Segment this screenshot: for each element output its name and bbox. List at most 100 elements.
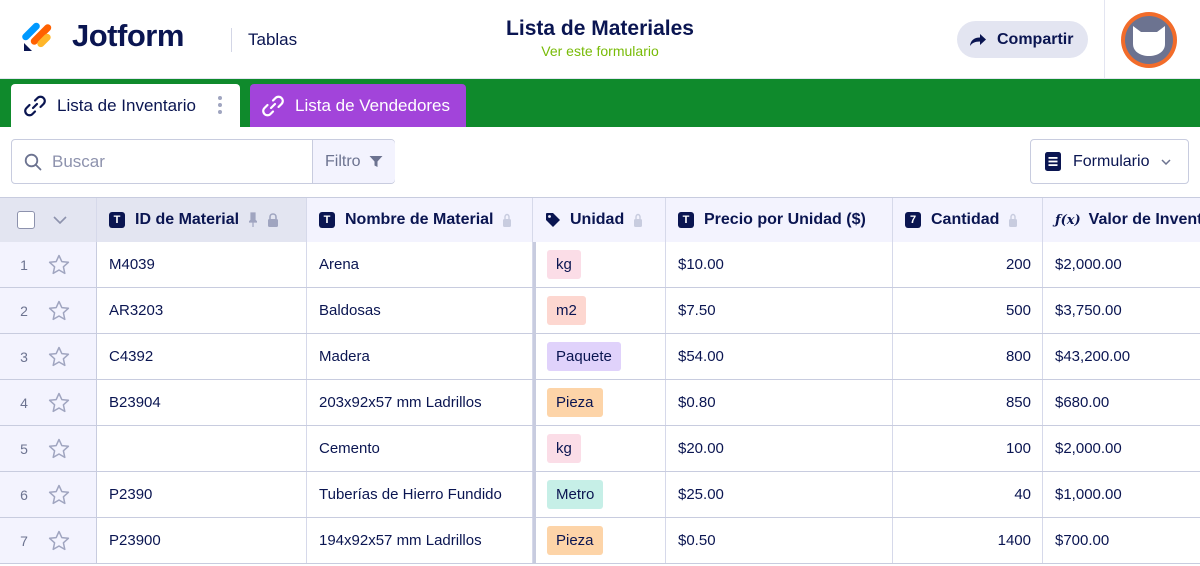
cell-material-name[interactable]: Madera bbox=[307, 334, 533, 379]
star-icon[interactable] bbox=[48, 346, 70, 367]
star-icon[interactable] bbox=[48, 254, 70, 275]
cell-inventory-value[interactable]: $1,000.00 bbox=[1043, 472, 1200, 517]
cell-quantity[interactable]: 500 bbox=[893, 288, 1043, 333]
star-icon[interactable] bbox=[48, 392, 70, 413]
cell-inventory-value[interactable]: $680.00 bbox=[1043, 380, 1200, 425]
cell-unit[interactable]: m2 bbox=[533, 288, 666, 333]
share-arrow-icon bbox=[970, 33, 986, 46]
cell-material-id[interactable]: AR3203 bbox=[97, 288, 307, 333]
cell-unit-price[interactable]: $25.00 bbox=[666, 472, 893, 517]
cell-unit[interactable]: Pieza bbox=[533, 380, 666, 425]
share-label: Compartir bbox=[997, 30, 1074, 48]
cell-material-id[interactable]: P2390 bbox=[97, 472, 307, 517]
pin-icon[interactable] bbox=[249, 212, 258, 228]
lock-icon[interactable] bbox=[267, 213, 279, 227]
top-header: Jotform Tablas Lista de Materiales Ver e… bbox=[0, 0, 1200, 79]
lock-icon[interactable] bbox=[1009, 213, 1018, 227]
table-row[interactable]: 3 C4392 Madera Paquete $54.00 800 $43,200.00 bbox=[0, 334, 1200, 380]
select-all-checkbox[interactable] bbox=[17, 211, 35, 229]
table-row[interactable]: 6 P2390 Tuberías de Hierro Fundido Metro $25… bbox=[0, 472, 1200, 518]
star-icon[interactable] bbox=[48, 438, 70, 459]
column-header-unit[interactable]: Unidad bbox=[533, 198, 666, 242]
cell-inventory-value[interactable]: $2,000.00 bbox=[1043, 426, 1200, 471]
tab-label: Lista de Inventario bbox=[57, 95, 196, 115]
lock-icon[interactable] bbox=[503, 213, 512, 227]
cell-material-name[interactable]: 203x92x57 mm Ladrillos bbox=[307, 380, 533, 425]
cell-quantity[interactable]: 1400 bbox=[893, 518, 1043, 563]
cell-value: $0.50 bbox=[678, 532, 716, 549]
cell-unit-price[interactable]: $0.50 bbox=[666, 518, 893, 563]
cell-material-name[interactable]: Cemento bbox=[307, 426, 533, 471]
cell-inventory-value[interactable]: $2,000.00 bbox=[1043, 242, 1200, 287]
cell-unit-price[interactable]: $54.00 bbox=[666, 334, 893, 379]
cell-value: Tuberías de Hierro Fundido bbox=[319, 486, 502, 503]
table-row[interactable]: 4 B23904 203x92x57 mm Ladrillos Pieza $0.80 8… bbox=[0, 380, 1200, 426]
row-number: 2 bbox=[20, 302, 28, 319]
row-index-cell: 4 bbox=[0, 380, 97, 425]
cell-unit-price[interactable]: $0.80 bbox=[666, 380, 893, 425]
star-icon[interactable] bbox=[48, 300, 70, 321]
column-header-material-id[interactable]: T ID de Material bbox=[97, 198, 307, 242]
cell-value: 200 bbox=[1005, 256, 1031, 273]
cell-unit[interactable]: Metro bbox=[533, 472, 666, 517]
cell-material-id[interactable]: P23900 bbox=[97, 518, 307, 563]
row-number: 3 bbox=[20, 348, 28, 365]
cell-quantity[interactable]: 100 bbox=[893, 426, 1043, 471]
cell-material-name[interactable]: 194x92x57 mm Ladrillos bbox=[307, 518, 533, 563]
table-row[interactable]: 5 Cemento kg $20.00 100 $2,000.00 bbox=[0, 426, 1200, 472]
cell-material-id[interactable]: C4392 bbox=[97, 334, 307, 379]
cell-material-name[interactable]: Arena bbox=[307, 242, 533, 287]
section-label[interactable]: Tablas bbox=[248, 30, 297, 50]
cell-unit-price[interactable]: $20.00 bbox=[666, 426, 893, 471]
cell-unit[interactable]: Pieza bbox=[533, 518, 666, 563]
lock-icon[interactable] bbox=[634, 213, 643, 227]
tab-inventory-list[interactable]: Lista de Inventario bbox=[11, 84, 240, 127]
chevron-down-icon bbox=[1161, 158, 1171, 165]
page-title[interactable]: Lista de Materiales bbox=[400, 17, 800, 41]
column-header-inventory-value[interactable]: ƒ(x) Valor de Inventa bbox=[1043, 198, 1200, 242]
cell-unit-price[interactable]: $7.50 bbox=[666, 288, 893, 333]
cell-inventory-value[interactable]: $43,200.00 bbox=[1043, 334, 1200, 379]
cell-value: 800 bbox=[1005, 348, 1031, 365]
cell-quantity[interactable]: 200 bbox=[893, 242, 1043, 287]
form-dropdown-button[interactable]: Formulario bbox=[1030, 139, 1189, 184]
unit-tag: Pieza bbox=[547, 526, 603, 555]
cell-material-name[interactable]: Tuberías de Hierro Fundido bbox=[307, 472, 533, 517]
text-type-icon: T bbox=[678, 212, 694, 228]
cell-inventory-value[interactable]: $700.00 bbox=[1043, 518, 1200, 563]
filter-button[interactable]: Filtro bbox=[312, 140, 395, 183]
table-row[interactable]: 2 AR3203 Baldosas m2 $7.50 500 $3,750.00 bbox=[0, 288, 1200, 334]
cell-unit[interactable]: kg bbox=[533, 242, 666, 287]
cell-quantity[interactable]: 40 bbox=[893, 472, 1043, 517]
cell-quantity[interactable]: 800 bbox=[893, 334, 1043, 379]
cell-material-id[interactable]: B23904 bbox=[97, 380, 307, 425]
cell-value: $43,200.00 bbox=[1055, 348, 1131, 365]
cell-value: AR3203 bbox=[109, 302, 164, 319]
share-button[interactable]: Compartir bbox=[957, 21, 1088, 58]
column-header-quantity[interactable]: 7 Cantidad bbox=[893, 198, 1043, 242]
chevron-down-icon[interactable] bbox=[53, 216, 67, 224]
star-icon[interactable] bbox=[48, 530, 70, 551]
column-header-material-name[interactable]: T Nombre de Material bbox=[307, 198, 533, 242]
cell-material-name[interactable]: Baldosas bbox=[307, 288, 533, 333]
tab-vendor-list[interactable]: Lista de Vendedores bbox=[250, 84, 466, 127]
cell-inventory-value[interactable]: $3,750.00 bbox=[1043, 288, 1200, 333]
cell-material-id[interactable]: M4039 bbox=[97, 242, 307, 287]
search-input[interactable] bbox=[52, 140, 312, 183]
star-icon[interactable] bbox=[48, 484, 70, 505]
jotform-logo[interactable]: Jotform bbox=[22, 18, 184, 54]
user-avatar[interactable] bbox=[1121, 12, 1177, 68]
cell-unit[interactable]: Paquete bbox=[533, 334, 666, 379]
cell-value: Cemento bbox=[319, 440, 380, 457]
tab-options-kebab-icon[interactable] bbox=[218, 96, 222, 117]
column-header-unit-price[interactable]: T Precio por Unidad ($) bbox=[666, 198, 893, 242]
unit-tag: kg bbox=[547, 434, 581, 463]
cell-material-id[interactable] bbox=[97, 426, 307, 471]
cell-value: 850 bbox=[1005, 394, 1031, 411]
cell-unit-price[interactable]: $10.00 bbox=[666, 242, 893, 287]
cell-unit[interactable]: kg bbox=[533, 426, 666, 471]
table-row[interactable]: 1 M4039 Arena kg $10.00 200 $2,000.00 bbox=[0, 242, 1200, 288]
cell-quantity[interactable]: 850 bbox=[893, 380, 1043, 425]
view-form-link[interactable]: Ver este formulario bbox=[400, 43, 800, 59]
table-row[interactable]: 7 P23900 194x92x57 mm Ladrillos Pieza $0.50 1… bbox=[0, 518, 1200, 564]
